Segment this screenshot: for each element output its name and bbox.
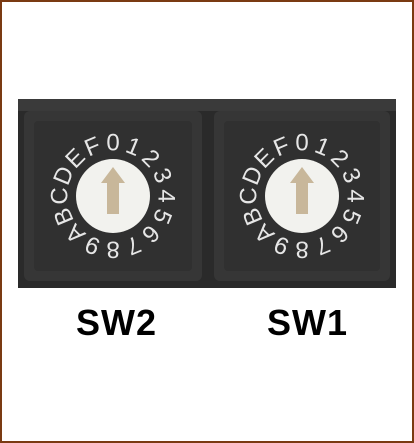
- sw2-dial-char: 8: [106, 236, 119, 263]
- sw1-dial-char: 0: [295, 130, 308, 157]
- sw1-dial-char: 8: [295, 236, 308, 263]
- sw2-rotary-switch: 0 123456789ABCDEF: [24, 111, 202, 281]
- rotary-switch-photo: 0123456789ABCDEF 0123456789ABCDEF: [18, 99, 396, 288]
- sw1-dial-char: C: [236, 187, 263, 204]
- sw1-label: SW1: [267, 302, 349, 343]
- sw1-rotary-switch: 0 123456789ABCDEF: [214, 111, 390, 281]
- sw2-dial-char: 4: [153, 189, 180, 202]
- sw1-dial-char: 4: [342, 189, 369, 202]
- sw2-label: SW2: [76, 302, 158, 343]
- sw2-dial-char: 0: [106, 130, 119, 157]
- sw2-dial-char: C: [47, 187, 74, 204]
